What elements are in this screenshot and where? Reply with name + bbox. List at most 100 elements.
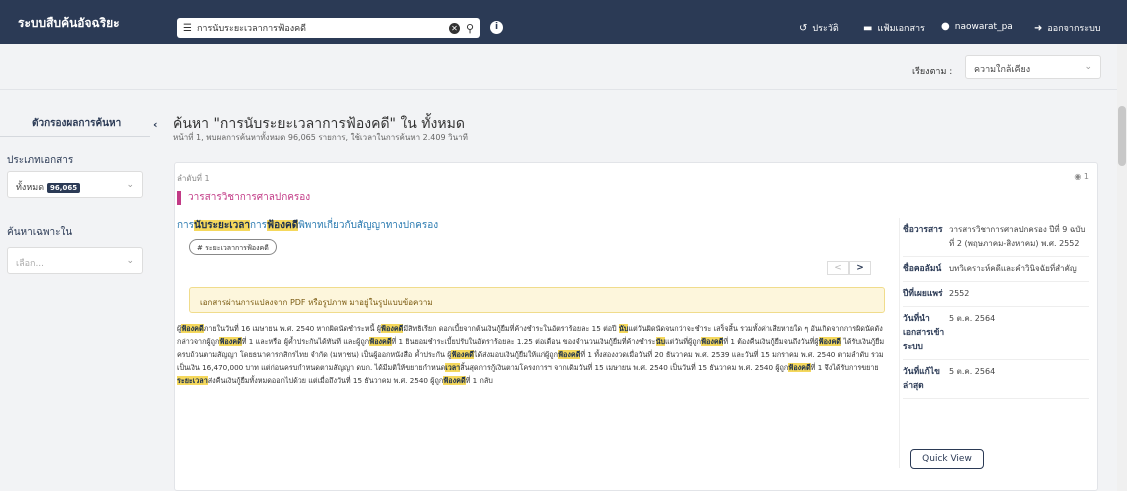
highlight-term: เวลา xyxy=(445,363,461,372)
title-text: การ xyxy=(177,220,195,231)
top-navbar: ระบบสืบค้นอัจฉริยะ ☰ การนับระยะเวลาการฟ้… xyxy=(0,0,1127,44)
collapse-sidebar-button[interactable]: ‹ xyxy=(153,118,158,131)
snippet-text: ที่ 1 จึงได้รับการขยาย xyxy=(810,363,879,372)
sort-select[interactable]: ความใกล้เคียง ⌄ xyxy=(965,55,1101,79)
chevron-down-icon: ⌄ xyxy=(126,180,134,190)
search-input[interactable]: การนับระยะเวลาการฟ้องคดี xyxy=(197,21,449,35)
meta-key: วันที่แก้ไขล่าสุด xyxy=(903,367,940,391)
highlight-term: นับระยะเวลา xyxy=(194,220,250,231)
title-text: การ xyxy=(249,220,268,231)
view-count-value: 1 xyxy=(1083,172,1089,181)
snippet-text: แต่วันที่ผู้ถูก xyxy=(665,337,701,346)
snippet-pager: < > xyxy=(827,261,871,275)
specific-placeholder: เลือก... xyxy=(16,259,45,269)
highlight-term: ฟ้องคดี xyxy=(181,324,204,333)
ocr-notice: เอกสารผ่านการแปลงจาก PDF หรือรูปภาพ มาอย… xyxy=(189,287,885,313)
result-title-link[interactable]: การนับระยะเวลาการฟ้องคดีพิพาทเกี่ยวกับสั… xyxy=(177,218,438,233)
sidebar-divider xyxy=(0,136,150,137)
highlight-term: ระยะเวลา xyxy=(177,376,208,385)
snippet-text: สิ้นสุดการกู้เงินตามโครงการฯ จากเดิมวันท… xyxy=(460,363,789,372)
chevron-down-icon: ⌄ xyxy=(1084,62,1092,72)
eye-icon: ◉ xyxy=(1074,172,1082,181)
filter-sidebar: ตัวกรองผลการค้นหา ประเภทเอกสาร ทั้งหมด 96… xyxy=(0,91,150,491)
quick-view-button[interactable]: Quick View xyxy=(910,449,984,469)
snippet-text: ได้ส่งมอบเงินกู้ยืมให้แก่ผู้ถูก xyxy=(473,350,558,359)
sidebar-title: ตัวกรองผลการค้นหา xyxy=(32,118,122,129)
result-rank: ลำดับที่ 1 xyxy=(177,174,210,183)
folder-icon: ▬ xyxy=(863,22,873,34)
highlight-term: ฟ้องคดี xyxy=(369,337,392,346)
meta-row: ปีที่เผยแพร่ 2552 xyxy=(903,282,1089,307)
scrollbar-thumb[interactable] xyxy=(1118,106,1126,166)
highlight-term: ฟ้องคดี xyxy=(451,350,474,359)
history-icon: ↺ xyxy=(799,22,808,34)
meta-key: วันที่นำเอกสารเข้าระบบ xyxy=(903,314,945,352)
meta-key: ชื่อวารสาร xyxy=(903,225,943,235)
meta-value: บทวิเคราะห์คดีและคำวินิจฉัยที่สำคัญ xyxy=(949,264,1077,273)
sort-value: ความใกล้เคียง xyxy=(974,65,1031,75)
logout-icon: ➜ xyxy=(1034,22,1043,34)
snippet-text: ที่ 1 กลับ xyxy=(465,376,493,385)
folders-label: แฟ้มเอกสาร xyxy=(877,24,925,34)
snippet-text: ภายในวันที่ 16 เมษายน พ.ศ. 2540 หากผิดนั… xyxy=(203,324,381,333)
highlight-term: นับ xyxy=(655,337,666,346)
meta-value: 2552 xyxy=(949,289,970,298)
result-card: ลำดับที่ 1 ◉ 1 วารสารวิชาการศาลปกครอง กา… xyxy=(174,162,1098,491)
snippet-text: มีสิทธิเรียก ดอกเบี้ยจากต้นเงินกู้ยืมที่… xyxy=(403,324,619,333)
meta-row: ชื่อวารสาร วารสารวิชาการศาลปกครอง ปีที่ 9… xyxy=(903,218,1089,257)
meta-row: วันที่นำเอกสารเข้าระบบ 5 ต.ค. 2564 xyxy=(903,307,1089,360)
result-metadata: ชื่อวารสาร วารสารวิชาการศาลปกครอง ปีที่ 9… xyxy=(903,218,1089,399)
doc-type-select[interactable]: ทั้งหมด 96,065 ⌄ xyxy=(7,171,143,198)
keyword-tag[interactable]: # ระยะเวลาการฟ้องคดี xyxy=(189,239,277,255)
clear-icon[interactable]: ✕ xyxy=(448,22,460,34)
pager-prev-button[interactable]: < xyxy=(827,261,849,275)
highlight-term: ฟ้องคดี xyxy=(557,350,581,359)
search-icon[interactable]: ⚲ xyxy=(466,22,474,35)
history-link[interactable]: ↺ ประวัติ xyxy=(799,21,839,35)
specific-select[interactable]: เลือก... ⌄ xyxy=(7,247,143,274)
highlight-term: นับ xyxy=(618,324,629,333)
username: naowarat_pa xyxy=(954,21,1013,32)
meta-value: 5 ต.ค. 2564 xyxy=(949,314,996,323)
highlight-term: ฟ้องคดี xyxy=(219,337,242,346)
highlight-term: ฟ้องคดี xyxy=(380,324,404,333)
doc-type-count-badge: 96,065 xyxy=(47,183,81,193)
app-title[interactable]: ระบบสืบค้นอัจฉริยะ xyxy=(18,14,120,33)
highlight-term: ฟ้องคดี xyxy=(818,337,841,346)
user-menu[interactable]: ● naowarat_pa xyxy=(941,21,1013,32)
user-icon: ● xyxy=(941,21,950,32)
pager-next-button[interactable]: > xyxy=(849,261,871,275)
info-icon[interactable]: i xyxy=(490,21,503,34)
logout-link[interactable]: ➜ ออกจากระบบ xyxy=(1034,21,1101,35)
history-label: ประวัติ xyxy=(812,24,839,34)
result-category: วารสารวิชาการศาลปกครอง xyxy=(177,191,310,205)
snippet-text: ที่ 1 ยินยอมชำระเบี้ยปรับในอัตราร้อยละ 1… xyxy=(391,337,656,346)
meta-divider xyxy=(899,218,900,468)
page-scrollbar[interactable] xyxy=(1117,44,1127,491)
meta-value: วารสารวิชาการศาลปกครอง ปีที่ 9 ฉบับที่ 2… xyxy=(949,225,1086,248)
view-count: ◉ 1 xyxy=(1074,172,1089,181)
sort-label: เรียงตาม : xyxy=(912,67,953,77)
meta-key: ชื่อคอลัมน์ xyxy=(903,264,942,274)
chevron-down-icon: ⌄ xyxy=(126,256,134,266)
meta-row: วันที่แก้ไขล่าสุด 5 ต.ค. 2564 xyxy=(903,360,1089,399)
result-snippet: ผู้ฟ้องคดีภายในวันที่ 16 เมษายน พ.ศ. 254… xyxy=(177,322,885,387)
snippet-text: ที่ 1 ต้องคืนเงินกู้ยืมจนถึงวันที่ผู้ xyxy=(723,337,819,346)
snippet-text: ที่ 1 และหรือ ผู้ค้ำประกันได้ทันที และผู… xyxy=(241,337,370,346)
menu-icon[interactable]: ☰ xyxy=(183,23,192,34)
snippet-text: ส่งคืนเงินกู้ยืมทั้งหมดออกไปด้วย แต่เมื่… xyxy=(207,376,444,385)
highlight-term: ฟ้องคดี xyxy=(267,220,299,231)
logout-label: ออกจากระบบ xyxy=(1047,24,1101,34)
highlight-term: ฟ้องคดี xyxy=(788,363,811,372)
meta-row: ชื่อคอลัมน์ บทวิเคราะห์คดีและคำวินิจฉัยที… xyxy=(903,257,1089,282)
sort-bar: เรียงตาม : ความใกล้เคียง ⌄ xyxy=(0,44,1127,90)
doc-type-label: ประเภทเอกสาร xyxy=(7,155,74,166)
specific-label: ค้นหาเฉพาะใน xyxy=(7,227,73,238)
highlight-term: ฟ้องคดี xyxy=(700,337,724,346)
search-bar[interactable]: ☰ การนับระยะเวลาการฟ้องคดี ✕ ⚲ xyxy=(177,18,480,38)
result-summary: หน้าที่ 1, พบผลการค้นหาทั้งหมด 96,065 รา… xyxy=(173,133,468,142)
title-text: พิพาทเกี่ยวกับสัญญาทางปกครอง xyxy=(298,220,439,231)
meta-value: 5 ต.ค. 2564 xyxy=(949,367,996,376)
folders-link[interactable]: ▬ แฟ้มเอกสาร xyxy=(863,21,925,35)
highlight-term: ฟ้องคดี xyxy=(443,376,466,385)
